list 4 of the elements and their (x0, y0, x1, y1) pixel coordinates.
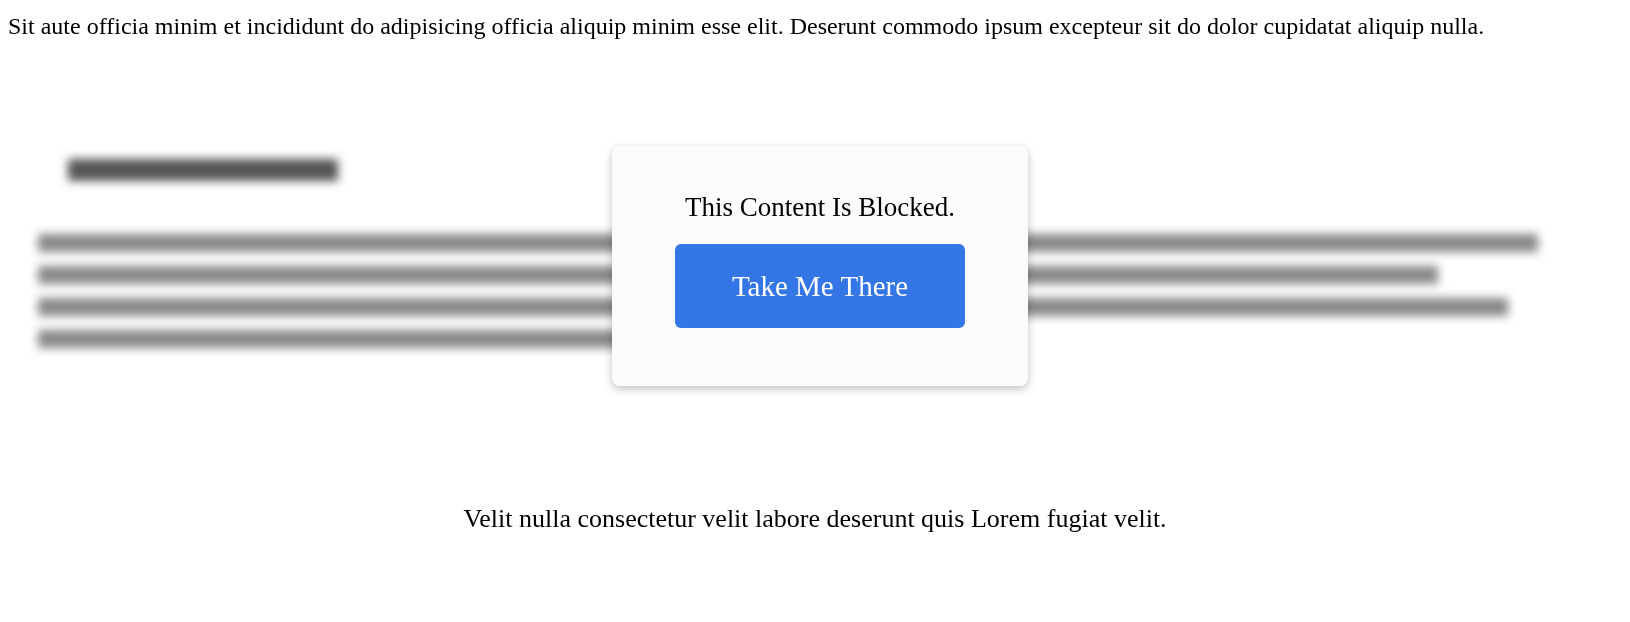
take-me-there-button[interactable]: Take Me There (675, 244, 965, 328)
intro-paragraph: Sit aute officia minim et incididunt do adipisicing officia aliquip minim esse elit. Deserunt commodo ipsum excepteur sit do dolor cupidatat aliquip nulla. (8, 12, 1486, 41)
footer-text: Velit nulla consectetur velit labore deserunt quis Lorem fugiat velit. (463, 504, 1167, 533)
blocked-message: This Content Is Blocked. (685, 191, 955, 224)
